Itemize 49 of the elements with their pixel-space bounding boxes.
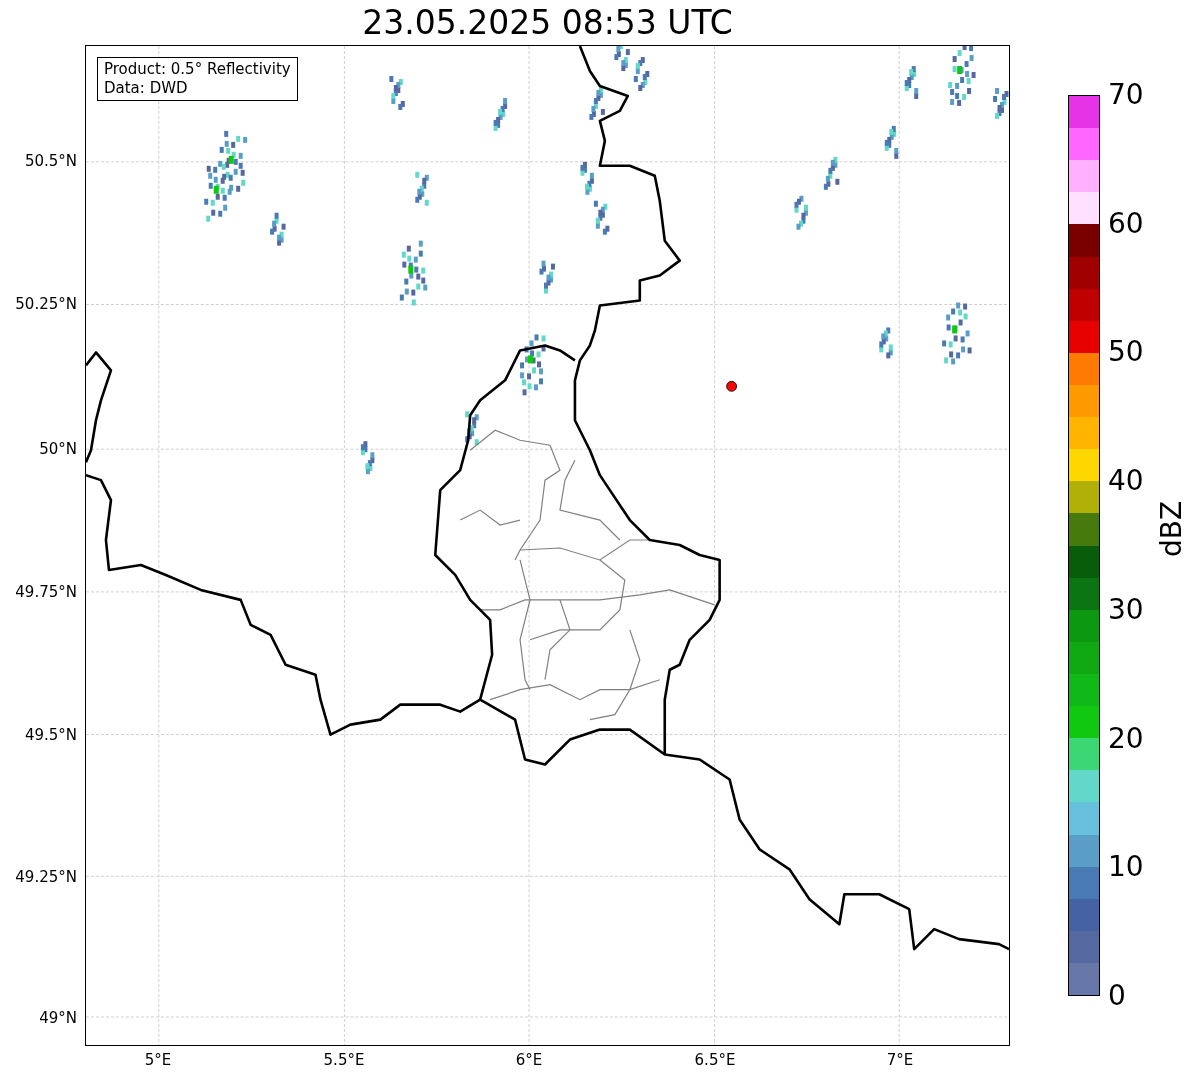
longitude-label: 6.5°E [693,1051,737,1069]
longitude-label: 7°E [885,1051,915,1069]
radar-echo [270,212,286,246]
longitude-label: 6°E [514,1051,544,1069]
radar-echo [794,195,808,230]
radar-echo [633,57,650,91]
latitude-label: 49°N [39,1009,77,1027]
radar-echo [948,45,976,106]
colorbar-tick-label: 20 [1108,722,1144,755]
radar-site-marker [726,380,737,392]
radar-echo [219,130,248,192]
longitude-label: 5.5°E [322,1051,366,1069]
chart-title: 23.05.2025 08:53 UTC [362,3,733,44]
radar-echo [593,200,610,235]
radar-echo [493,97,508,131]
colorbar-tick-label: 60 [1108,207,1144,240]
longitude-label: 5°E [143,1051,173,1069]
radar-echo [204,160,232,222]
legend-text: Product: 0.5° Reflectivity [104,60,291,79]
radar-echo [415,171,429,206]
radar-echo [465,411,479,446]
radar-echo [879,327,893,359]
radar-echo [904,66,919,99]
colorbar-tick-label: 50 [1108,336,1144,369]
radar-echo [389,76,405,110]
radar-echo [539,260,555,294]
radar-echo [520,334,546,396]
radar-echo [580,161,594,195]
radar-echo [589,87,605,120]
latitude-label: 49.75°N [15,583,77,601]
colorbar-tick-label: 30 [1108,593,1144,626]
latitude-label: 50°N [39,440,77,458]
colorbar-tick-label: 0 [1108,980,1126,1012]
radar-echo [360,441,375,475]
colorbar-tick-label: 10 [1108,851,1144,884]
latitude-label: 49.25°N [15,868,77,886]
colorbar-tick-label: 40 [1108,465,1144,498]
radar-echo [399,240,428,306]
colorbar-axis-label: dBZ [1156,500,1188,557]
legend-text: Data: DWD [104,79,189,98]
latitude-label: 49.5°N [24,726,77,744]
radar-echo [993,88,1009,119]
radar-echo [884,125,899,159]
latitude-label: 50.5°N [24,152,77,170]
radar-echo [942,302,972,365]
radar-echo [614,45,630,72]
radar-echo [823,156,840,190]
colorbar-tick-label: 70 [1108,79,1144,111]
latitude-label: 50.25°N [15,295,77,313]
